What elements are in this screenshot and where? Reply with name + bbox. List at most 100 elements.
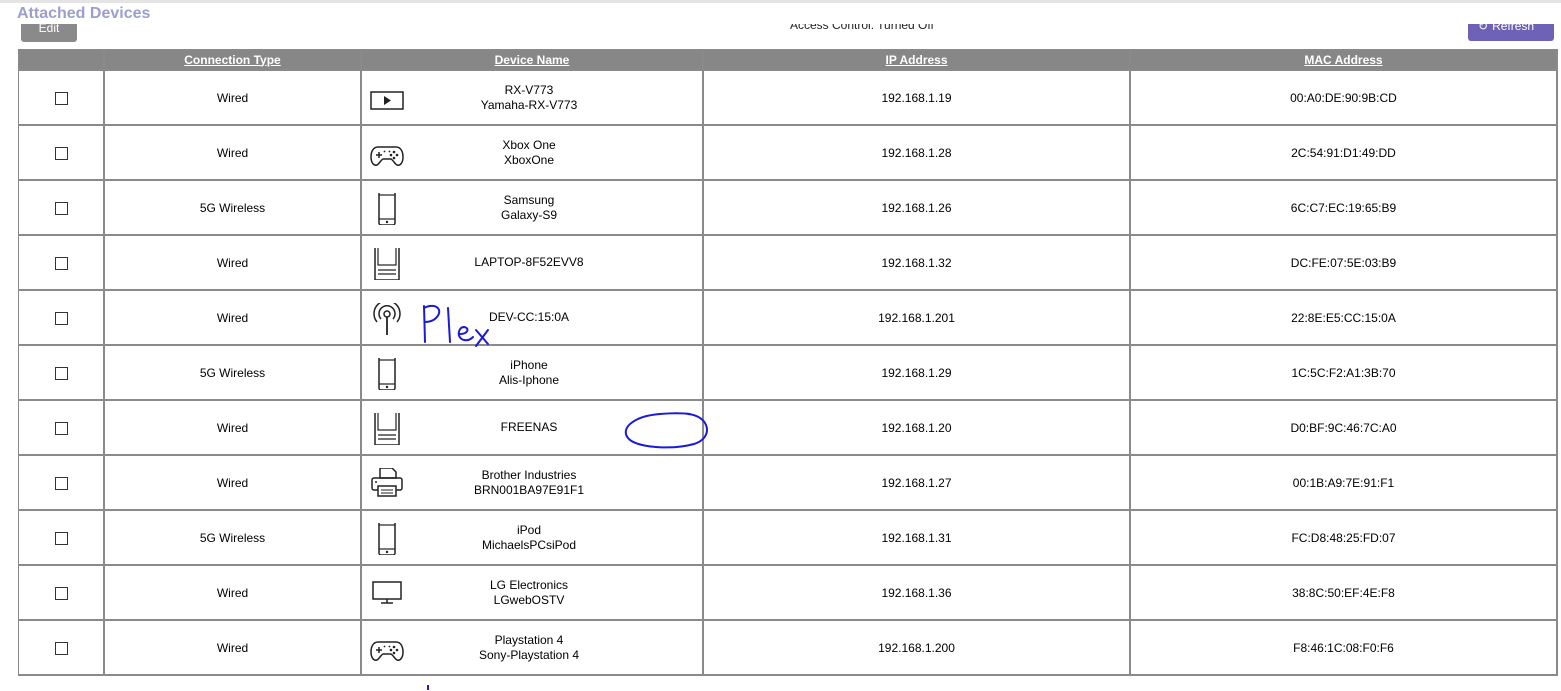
select-checkbox[interactable]: [54, 476, 68, 490]
mac-address-cell: 1C:5C:F2:A1:3B:70: [1131, 346, 1558, 401]
device-name-cell: Playstation 4 Sony-Playstation 4: [362, 621, 704, 676]
select-cell: [19, 456, 105, 511]
table-row: 5G Wireless iPhone Alis-Iphone 192.168.1.29…: [19, 346, 1558, 401]
select-cell: [19, 401, 105, 456]
header-select: [19, 50, 105, 71]
device-name: RX-V773 Yamaha-RX-V773: [481, 83, 584, 113]
connection-type-cell: Wired: [105, 566, 362, 621]
table-row: Wired Xbox One XboxOne 192.168.1.28 2C:54:91…: [19, 126, 1558, 181]
select-cell: [19, 346, 105, 401]
device-name-line2: BRN001BA97E91F1: [473, 482, 585, 497]
mac-address-cell: 22:8E:E5:CC:15:0A: [1131, 291, 1558, 346]
connection-type-cell: Wired: [105, 401, 362, 456]
device-name-cell: Samsung Galaxy-S9: [362, 181, 704, 236]
select-checkbox[interactable]: [54, 91, 68, 105]
edit-button[interactable]: Edit: [21, 24, 77, 42]
device-name-line1: Samsung: [503, 192, 555, 207]
select-cell: [19, 181, 105, 236]
device-name: Xbox One XboxOne: [502, 138, 561, 168]
top-border: [0, 0, 1561, 3]
table-row: 5G Wireless iPod MichaelsPCsiPod 192.168.1.…: [19, 511, 1558, 566]
select-cell: [19, 71, 105, 126]
header-ip-address[interactable]: IP Address: [704, 50, 1131, 71]
device-name-line1: LAPTOP-8F52EVV8: [474, 255, 584, 269]
table-row: Wired LG Electronics LGwebOSTV 192.168.1.36…: [19, 566, 1558, 621]
connection-type-cell: Wired: [105, 621, 362, 676]
select-checkbox[interactable]: [54, 311, 68, 325]
device-name-line2: Sony-Playstation 4: [478, 647, 580, 662]
table-row: Wired Playstation 4 Sony-Playstation 4 192.…: [19, 621, 1558, 676]
ip-address-cell: 192.168.1.29: [704, 346, 1131, 401]
ip-address-cell: 192.168.1.28: [704, 126, 1131, 181]
ink-stroke-mark: [427, 685, 429, 690]
connection-type-cell: Wired: [105, 71, 362, 126]
device-name-line2: Galaxy-S9: [500, 207, 558, 222]
device-name-line1: iPhone: [510, 357, 548, 372]
connection-type-cell: 5G Wireless: [105, 346, 362, 401]
attached-devices-table: Connection Type Device Name IP Address M…: [18, 49, 1558, 676]
select-checkbox[interactable]: [54, 201, 68, 215]
header-connection-type[interactable]: Connection Type: [105, 50, 362, 71]
device-name-line1: FREENAS: [500, 420, 558, 434]
connection-type-cell: 5G Wireless: [105, 181, 362, 236]
table-row: Wired FREENAS 192.168.1.20 D0:BF:9C:46:7C:A…: [19, 401, 1558, 456]
device-name: iPhone Alis-Iphone: [499, 358, 565, 388]
ip-address-cell: 192.168.1.32: [704, 236, 1131, 291]
device-name-line1: LG Electronics: [489, 577, 569, 592]
device-name-line1: Playstation 4: [494, 632, 564, 647]
device-name-cell: LG Electronics LGwebOSTV: [362, 566, 704, 621]
header-device-name[interactable]: Device Name: [362, 50, 704, 71]
ip-address-cell: 192.168.1.201: [704, 291, 1131, 346]
table-row: Wired DEV-CC:15:0A 192.168.1.201 22:8E:E5:C…: [19, 291, 1558, 346]
mac-address-cell: 2C:54:91:D1:49:DD: [1131, 126, 1558, 181]
table-row: Wired LAPTOP-8F52EVV8 192.168.1.32 DC:FE:07…: [19, 236, 1558, 291]
media-player-icon: [370, 83, 404, 115]
select-checkbox[interactable]: [54, 531, 68, 545]
device-name: LAPTOP-8F52EVV8: [474, 255, 589, 270]
refresh-button[interactable]: ↻ Refresh: [1468, 24, 1554, 41]
device-name-cell: LAPTOP-8F52EVV8: [362, 236, 704, 291]
select-cell: [19, 126, 105, 181]
connection-type-cell: Wired: [105, 291, 362, 346]
select-checkbox[interactable]: [54, 146, 68, 160]
antenna-icon: [370, 299, 404, 335]
table-row: Wired Brother Industries BRN001BA97E91F1 19…: [19, 456, 1558, 511]
device-name-cell: Xbox One XboxOne: [362, 126, 704, 181]
mac-address-cell: 6C:C7:EC:19:65:B9: [1131, 181, 1558, 236]
header-mac-address[interactable]: MAC Address: [1131, 50, 1558, 71]
select-cell: [19, 621, 105, 676]
mac-address-cell: 00:1B:A9:7E:91:F1: [1131, 456, 1558, 511]
connection-type-cell: 5G Wireless: [105, 511, 362, 566]
device-name-cell: iPod MichaelsPCsiPod: [362, 511, 704, 566]
mac-address-cell: DC:FE:07:5E:03:B9: [1131, 236, 1558, 291]
device-name-line2: Alis-Iphone: [498, 372, 560, 387]
table-header-row: Connection Type Device Name IP Address M…: [19, 50, 1558, 71]
select-checkbox[interactable]: [54, 586, 68, 600]
device-name: Brother Industries BRN001BA97E91F1: [474, 468, 590, 498]
device-name-line2: XboxOne: [503, 152, 555, 167]
device-name-line1: DEV-CC:15:0A: [488, 310, 570, 324]
refresh-icon: ↻: [1478, 24, 1489, 33]
refresh-label: Refresh: [1492, 24, 1535, 33]
select-cell: [19, 566, 105, 621]
gamepad-icon: [370, 138, 404, 170]
smartphone-icon: [370, 189, 404, 226]
device-name: Playstation 4 Sony-Playstation 4: [479, 633, 585, 663]
device-name-line1: iPod: [516, 522, 541, 537]
device-name: Samsung Galaxy-S9: [501, 193, 563, 223]
select-checkbox[interactable]: [54, 641, 68, 655]
select-checkbox[interactable]: [54, 256, 68, 270]
select-checkbox[interactable]: [54, 421, 68, 435]
device-name: iPod MichaelsPCsiPod: [482, 523, 582, 553]
device-name-line1: RX-V773: [504, 82, 554, 97]
device-name-line1: Brother Industries: [481, 467, 577, 482]
select-checkbox[interactable]: [54, 366, 68, 380]
device-name-cell: RX-V773 Yamaha-RX-V773: [362, 71, 704, 126]
device-name-line2: LGwebOSTV: [493, 592, 565, 607]
page-title: Attached Devices: [17, 5, 151, 22]
computer-icon: [370, 243, 404, 281]
device-name-line1: Xbox One: [502, 137, 556, 152]
computer-icon: [370, 408, 404, 446]
printer-icon: [370, 467, 404, 500]
device-name: FREENAS: [501, 420, 564, 435]
